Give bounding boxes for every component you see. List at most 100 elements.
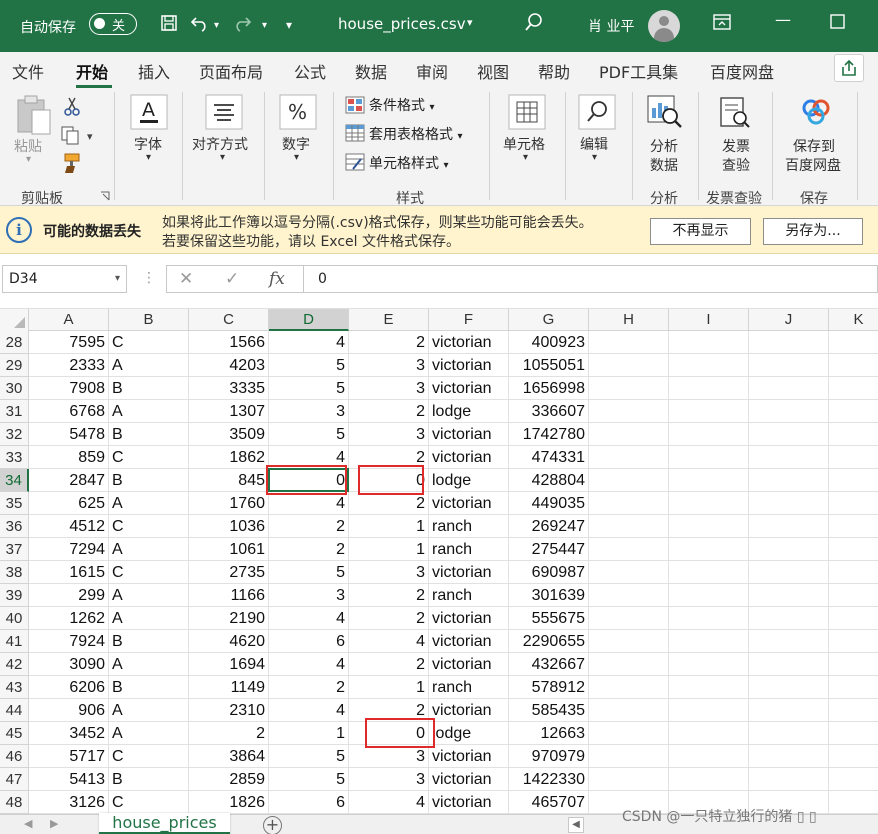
cell-a39[interactable]: 299 [29,584,109,607]
user-name[interactable]: 肖 业平 [588,16,634,36]
cell-c36[interactable]: 1036 [189,515,269,538]
cell-e36[interactable]: 1 [349,515,429,538]
row-header[interactable]: 31 [0,400,29,423]
alignment-label[interactable]: 对齐方式 [192,134,248,154]
cell-e31[interactable]: 2 [349,400,429,423]
column-header-j[interactable]: J [749,309,829,331]
tab-view[interactable]: 视图 [477,59,509,83]
cell-a33[interactable]: 859 [29,446,109,469]
tab-file[interactable]: 文件 [12,59,44,83]
cell-h43[interactable] [589,676,669,699]
cell-g46[interactable]: 970979 [509,745,589,768]
cell-j33[interactable] [749,446,829,469]
number-label[interactable]: 数字 [282,134,310,154]
save-to-netdisk-label-2[interactable]: 百度网盘 [785,155,841,175]
cell-i28[interactable] [669,331,749,354]
cell-i32[interactable] [669,423,749,446]
cell-f44[interactable]: victorian [429,699,509,722]
cell-f39[interactable]: ranch [429,584,509,607]
redo-icon[interactable] [232,14,252,37]
cell-h37[interactable] [589,538,669,561]
row-header[interactable]: 45 [0,722,29,745]
cell-b38[interactable]: C [109,561,189,584]
cell-b35[interactable]: A [109,492,189,515]
cell-i42[interactable] [669,653,749,676]
tab-help[interactable]: 帮助 [538,59,570,83]
cell-h31[interactable] [589,400,669,423]
cell-d41[interactable]: 6 [269,630,349,653]
cell-f45[interactable]: lodge [429,722,509,745]
cell-e28[interactable]: 2 [349,331,429,354]
cell-h32[interactable] [589,423,669,446]
cell-h38[interactable] [589,561,669,584]
cell-d35[interactable]: 4 [269,492,349,515]
cell-k34[interactable] [829,469,878,492]
cell-c32[interactable]: 3509 [189,423,269,446]
cell-i47[interactable] [669,768,749,791]
cell-a32[interactable]: 5478 [29,423,109,446]
edit-dropdown-icon[interactable]: ▾ [592,152,597,163]
share-button[interactable] [834,54,864,82]
number-dropdown-icon[interactable]: ▾ [294,152,299,163]
row-header[interactable]: 30 [0,377,29,400]
alignment-dropdown-icon[interactable]: ▾ [220,152,225,163]
row-header[interactable]: 38 [0,561,29,584]
cell-b36[interactable]: C [109,515,189,538]
column-header-a[interactable]: A [29,309,109,331]
cell-g42[interactable]: 432667 [509,653,589,676]
cell-b28[interactable]: C [109,331,189,354]
cells-label[interactable]: 单元格 [503,134,545,154]
percent-icon[interactable]: % [279,94,317,134]
cell-g37[interactable]: 275447 [509,538,589,561]
cell-a36[interactable]: 4512 [29,515,109,538]
cell-j32[interactable] [749,423,829,446]
cell-j29[interactable] [749,354,829,377]
invoice-check-icon[interactable] [718,96,752,134]
cell-k33[interactable] [829,446,878,469]
cell-b47[interactable]: B [109,768,189,791]
cell-f36[interactable]: ranch [429,515,509,538]
row-header[interactable]: 29 [0,354,29,377]
cell-e46[interactable]: 3 [349,745,429,768]
cell-c28[interactable]: 1566 [189,331,269,354]
invoice-label-2[interactable]: 查验 [722,155,750,175]
column-header-d[interactable]: D [269,309,349,331]
paste-dropdown-icon[interactable]: ▾ [26,154,31,165]
formula-bar-grip-icon[interactable]: ⋮ [142,270,156,286]
cell-a29[interactable]: 2333 [29,354,109,377]
row-header[interactable]: 36 [0,515,29,538]
cell-k48[interactable] [829,791,878,814]
name-box[interactable]: D34 ▾ [2,265,127,293]
cell-d29[interactable]: 5 [269,354,349,377]
cell-f41[interactable]: victorian [429,630,509,653]
column-header-f[interactable]: F [429,309,509,331]
cell-d38[interactable]: 5 [269,561,349,584]
row-header[interactable]: 44 [0,699,29,722]
cell-e37[interactable]: 1 [349,538,429,561]
cell-e44[interactable]: 2 [349,699,429,722]
cell-b37[interactable]: A [109,538,189,561]
column-header-c[interactable]: C [189,309,269,331]
row-header[interactable]: 39 [0,584,29,607]
undo-dropdown-icon[interactable]: ▾ [214,20,219,31]
cell-j42[interactable] [749,653,829,676]
cell-g44[interactable]: 585435 [509,699,589,722]
cell-g38[interactable]: 690987 [509,561,589,584]
tab-insert[interactable]: 插入 [138,59,170,83]
select-all-corner[interactable] [0,309,29,331]
cell-c42[interactable]: 1694 [189,653,269,676]
cell-i44[interactable] [669,699,749,722]
cell-k29[interactable] [829,354,878,377]
cell-b33[interactable]: C [109,446,189,469]
tab-data[interactable]: 数据 [355,59,387,83]
cell-i36[interactable] [669,515,749,538]
row-header[interactable]: 32 [0,423,29,446]
cell-e32[interactable]: 3 [349,423,429,446]
tab-review[interactable]: 审阅 [416,59,448,83]
cell-i46[interactable] [669,745,749,768]
cells-icon[interactable] [508,94,546,134]
cell-d47[interactable]: 5 [269,768,349,791]
formula-input[interactable]: 0 [304,265,878,293]
cell-d40[interactable]: 4 [269,607,349,630]
invoice-label-1[interactable]: 发票 [722,136,750,156]
